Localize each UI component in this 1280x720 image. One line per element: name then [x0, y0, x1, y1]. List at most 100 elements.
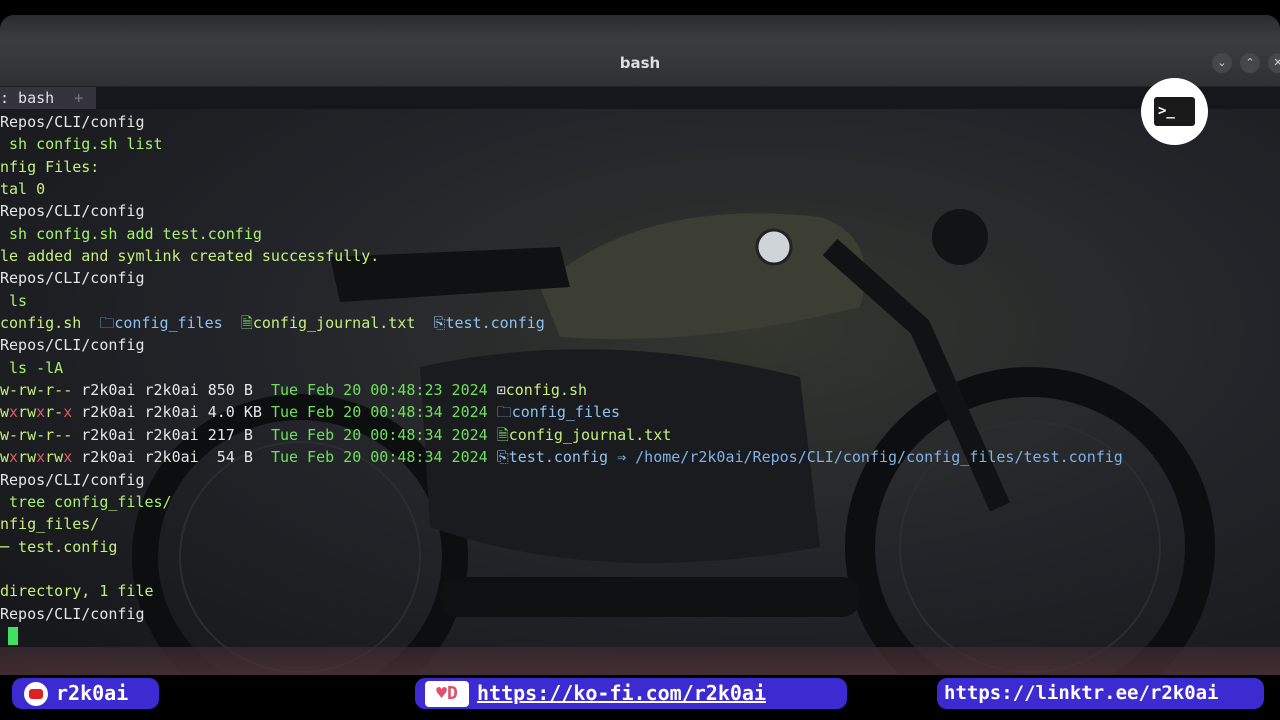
terminal-line: le added and symlink created successfull…	[0, 245, 1123, 267]
terminal-text: w-rw-r--	[0, 425, 82, 444]
terminal-line	[0, 558, 1123, 580]
terminal-output: Repos/CLI/config sh config.sh list nfig F…	[0, 111, 1123, 647]
terminal-line: tree config_files/	[0, 491, 1123, 513]
footer-bar: r2k0ai ♥D https://ko-fi.com/r2k0ai https…	[0, 675, 1280, 720]
terminal-line: Repos/CLI/config	[0, 603, 1123, 625]
terminal-text: Repos/CLI/config	[0, 470, 145, 489]
terminal-line: ─ test.config	[0, 536, 1123, 558]
terminal-text: ls -lA	[0, 358, 64, 377]
terminal-text: Repos/CLI/config	[0, 202, 145, 221]
terminal-text: tal 0	[0, 180, 46, 199]
terminal-line: nfig Files:	[0, 156, 1123, 178]
terminal-text: r2k0ai r2k0ai 54 B	[81, 448, 271, 467]
terminal-text: sh config.sh add test.config	[0, 224, 262, 243]
terminal-text: ⊡	[496, 381, 506, 400]
floor	[0, 647, 1280, 675]
terminal-text: Repos/CLI/config	[0, 269, 145, 288]
terminal-line: wxrwxr-x r2k0ai r2k0ai 4.0 KB Tue Feb 20…	[0, 401, 1123, 423]
terminal-line: Repos/CLI/config	[0, 334, 1123, 356]
terminal-text: 🗀config_files	[496, 403, 621, 422]
terminal-text: Tue Feb 20 00:48:23 2024	[270, 381, 497, 400]
terminal-text: config_journal.txt	[252, 314, 425, 333]
terminal-logo: >_	[1141, 78, 1208, 145]
kofi-link[interactable]: ♥D https://ko-fi.com/r2k0ai	[415, 678, 847, 709]
prompt-line	[0, 625, 1123, 647]
terminal-text: r2k0ai r2k0ai 4.0 KB	[81, 403, 271, 422]
kofi-cup-icon: ♥D	[425, 681, 469, 707]
terminal-text: rw	[18, 403, 37, 422]
terminal-text: 🗎	[231, 314, 253, 333]
terminal-text: r2k0ai r2k0ai 217 B	[81, 425, 271, 444]
terminal-text: Tue Feb 20 00:48:34 2024	[270, 403, 497, 422]
terminal-line: tal 0	[0, 178, 1123, 200]
terminal-text: x	[9, 448, 19, 467]
terminal-text: config_journal.txt	[508, 425, 672, 444]
terminal-line: w-rw-r-- r2k0ai r2k0ai 850 B Tue Feb 20 …	[0, 379, 1123, 401]
terminal-line: sh config.sh add test.config	[0, 223, 1123, 245]
terminal-line: nfig_files/	[0, 513, 1123, 535]
tab-label: : bash	[0, 89, 55, 107]
youtube-channel-link[interactable]: r2k0ai	[12, 678, 159, 709]
terminal-line: Repos/CLI/config	[0, 200, 1123, 222]
terminal-text: x	[63, 448, 82, 467]
terminal-text: ⎘test.config ⇒	[496, 448, 636, 467]
terminal-text: config.sh	[0, 314, 91, 333]
terminal-text: Repos/CLI/config	[0, 113, 145, 131]
youtube-icon	[24, 682, 48, 706]
terminal-text: tree config_files/	[0, 492, 172, 511]
terminal-text: 🗎	[496, 425, 509, 444]
terminal-text: x	[36, 448, 46, 467]
terminal-line: w-rw-r-- r2k0ai r2k0ai 217 B Tue Feb 20 …	[0, 424, 1123, 446]
cursor	[8, 627, 18, 646]
maximize-button[interactable]: ⌃	[1240, 53, 1260, 73]
linktree-link[interactable]: https://linktr.ee/r2k0ai	[937, 678, 1264, 709]
terminal-text: nfig Files:	[0, 157, 100, 176]
title-bar: bash ⌄ ⌃ ✕	[0, 40, 1280, 87]
linktree-url: https://linktr.ee/r2k0ai	[944, 682, 1219, 704]
minimize-button[interactable]: ⌄	[1212, 53, 1232, 73]
terminal-window: bash ⌄ ⌃ ✕ : bash + Repos/CLI/config sh c…	[0, 15, 1280, 675]
terminal-text: Tue Feb 20 00:48:34 2024	[270, 448, 497, 467]
terminal-text: x	[36, 403, 46, 422]
terminal-text: sh config.sh list	[0, 135, 163, 154]
terminal-text: Repos/CLI/config	[0, 604, 145, 623]
terminal-text: config.sh	[505, 381, 588, 400]
terminal-text: w	[0, 448, 10, 467]
terminal-line: wxrwxrwx r2k0ai r2k0ai 54 B Tue Feb 20 0…	[0, 446, 1123, 468]
terminal-text: Repos/CLI/config	[0, 336, 145, 355]
terminal-text: rw	[18, 448, 37, 467]
terminal-text: le added and symlink created successfull…	[0, 247, 380, 266]
youtube-handle: r2k0ai	[56, 681, 129, 705]
terminal-text: nfig_files/	[0, 515, 100, 534]
terminal-line: ls -lA	[0, 357, 1123, 379]
terminal-text: ls	[0, 291, 28, 310]
terminal-text: x	[63, 403, 82, 422]
terminal-text: 🗀config_files	[90, 314, 232, 333]
tab-bar: : bash +	[0, 87, 1280, 109]
tab-bash[interactable]: : bash +	[0, 87, 96, 109]
terminal-text: w	[0, 403, 10, 422]
window-title: bash	[619, 54, 661, 72]
terminal-text: rw	[45, 448, 64, 467]
terminal-text: directory, 1 file	[0, 582, 154, 601]
kofi-url: https://ko-fi.com/r2k0ai	[477, 681, 766, 705]
terminal-text: r2k0ai r2k0ai 850 B	[81, 381, 271, 400]
terminal-text: Tue Feb 20 00:48:34 2024	[270, 425, 497, 444]
terminal-text: w-rw-r--	[0, 381, 82, 400]
terminal-text: r-	[45, 403, 64, 422]
terminal-icon: >_	[1154, 97, 1195, 126]
terminal-area[interactable]: : bash + Repos/CLI/config sh config.sh li…	[0, 87, 1280, 675]
terminal-line: Repos/CLI/config	[0, 469, 1123, 491]
terminal-text: ⎘test.config	[424, 314, 545, 333]
terminal-line: sh config.sh list	[0, 133, 1123, 155]
terminal-line: Repos/CLI/config	[0, 111, 1123, 133]
terminal-line: config.sh 🗀config_files 🗎config_journal.…	[0, 312, 1123, 334]
terminal-line: directory, 1 file	[0, 580, 1123, 602]
window-top-strip	[0, 15, 1280, 40]
terminal-text: /home/r2k0ai/Repos/CLI/config/config_fil…	[635, 448, 1123, 467]
terminal-line: ls	[0, 290, 1123, 312]
new-tab-button[interactable]: +	[74, 89, 83, 107]
terminal-line: Repos/CLI/config	[0, 267, 1123, 289]
terminal-text: ─ test.config	[0, 537, 118, 556]
